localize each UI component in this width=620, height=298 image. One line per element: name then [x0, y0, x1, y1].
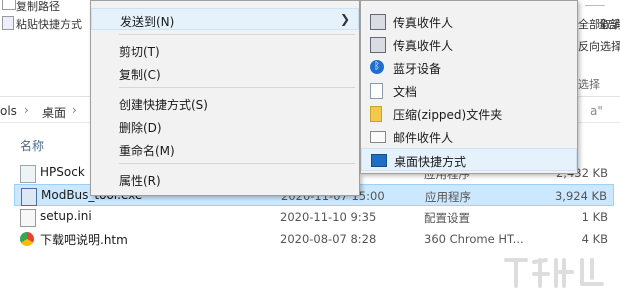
zip-folder-icon	[370, 106, 382, 122]
file-name: setup.ini	[40, 209, 92, 223]
column-header-name[interactable]: 名称	[20, 137, 44, 154]
submenu-item-label: 压缩(zipped)文件夹	[393, 108, 503, 122]
menu-item-delete[interactable]: 删除(D)	[91, 115, 359, 137]
exe-icon	[20, 165, 36, 183]
submenu-item-label: 桌面快捷方式	[394, 155, 467, 169]
menu-divider	[119, 163, 355, 164]
mail-icon	[370, 131, 386, 143]
menu-item-copy[interactable]: 复制(C)	[91, 62, 359, 84]
file-type: 应用程序	[425, 190, 471, 204]
submenu-item-label: 传真收件人	[393, 16, 454, 30]
file-size: 3,924 KB	[554, 189, 607, 203]
menu-item-create-shortcut[interactable]: 创建快捷方式(S)	[91, 92, 359, 114]
send-to-submenu: 传真收件人 传真收件人 ᛒ 蓝牙设备 文档 压缩(zipped)文件夹 邮件收件…	[360, 0, 578, 174]
menu-item-rename[interactable]: 重命名(M)	[91, 138, 359, 160]
select-none-label[interactable]: 全部取消	[578, 16, 620, 32]
file-name: HPSock	[40, 165, 85, 179]
breadcrumb-desktop[interactable]: 桌面	[42, 104, 66, 121]
submenu-item-bluetooth[interactable]: ᛒ 蓝牙设备	[361, 56, 577, 79]
submenu-item-zip[interactable]: 压缩(zipped)文件夹	[361, 102, 577, 125]
file-row[interactable]: 下载吧说明.htm 2020-08-07 8:28 360 Chrome HT.…	[14, 228, 614, 250]
menu-item-label: 剪切(T)	[119, 45, 160, 59]
file-type: 360 Chrome HT...	[424, 232, 524, 246]
fax-icon	[370, 37, 386, 53]
document-icon	[370, 83, 383, 99]
submenu-item-fax[interactable]: 传真收件人	[361, 33, 577, 56]
submenu-item-documents[interactable]: 文档	[361, 79, 577, 102]
menu-item-label: 重命名(M)	[119, 144, 175, 158]
menu-item-send-to[interactable]: 发送到(N) ❯	[91, 8, 359, 30]
invert-selection-button[interactable]: 反向选择	[578, 38, 620, 54]
file-row[interactable]: setup.ini 2020-11-10 9:35 配置设置 1 KB	[14, 206, 614, 228]
ini-icon	[20, 209, 36, 227]
menu-item-label: 创建快捷方式(S)	[119, 98, 208, 112]
file-type: 配置设置	[424, 211, 470, 225]
open-button[interactable]: 打开	[585, 0, 605, 6]
file-size: 1 KB	[581, 210, 608, 224]
submenu-item-mail[interactable]: 邮件收件人	[361, 125, 577, 148]
menu-item-properties[interactable]: 属性(R)	[91, 168, 359, 190]
submenu-item-label: 传真收件人	[393, 39, 454, 53]
copy-path-button[interactable]: 复制路径	[16, 0, 60, 14]
search-input[interactable]: a"	[590, 104, 603, 118]
file-name: 下载吧说明.htm	[40, 233, 128, 247]
submenu-item-label: 文档	[393, 85, 418, 99]
menu-item-label: 复制(C)	[119, 68, 161, 82]
paste-shortcut-button[interactable]: 粘贴快捷方式	[16, 16, 82, 32]
watermark-logo	[502, 254, 612, 290]
bluetooth-icon: ᛒ	[370, 60, 384, 74]
menu-divider	[119, 87, 355, 88]
exe-icon	[21, 188, 37, 206]
file-date: 2020-11-10 9:35	[280, 210, 377, 224]
htm-icon	[20, 232, 34, 246]
breadcrumb-separator-icon: ›	[24, 103, 29, 117]
menu-item-label: 属性(R)	[119, 174, 161, 188]
breadcrumb-separator-icon: ›	[72, 103, 77, 117]
menu-item-cut[interactable]: 剪切(T)	[91, 39, 359, 61]
fax-icon	[370, 14, 386, 30]
submenu-item-label: 邮件收件人	[393, 131, 454, 145]
submenu-item-desktop-shortcut[interactable]: 桌面快捷方式	[361, 148, 577, 171]
menu-item-label: 删除(D)	[119, 121, 162, 135]
menu-divider	[119, 34, 355, 35]
copy-path-icon	[2, 0, 16, 10]
submenu-item-label: 蓝牙设备	[393, 62, 442, 76]
menu-item-label: 发送到(N)	[120, 15, 175, 29]
chevron-right-icon: ❯	[339, 12, 350, 26]
file-date: 2020-08-07 8:28	[280, 232, 377, 246]
file-size: 4 KB	[581, 232, 608, 246]
select-group-label: 选择	[578, 78, 600, 91]
desktop-icon	[371, 154, 387, 167]
paste-shortcut-icon	[2, 16, 14, 30]
context-menu: 发送到(N) ❯ 剪切(T) 复制(C) 创建快捷方式(S) 删除(D) 重命名…	[90, 0, 360, 196]
breadcrumb-tools[interactable]: ols	[0, 104, 17, 118]
submenu-item-fax[interactable]: 传真收件人	[361, 10, 577, 33]
